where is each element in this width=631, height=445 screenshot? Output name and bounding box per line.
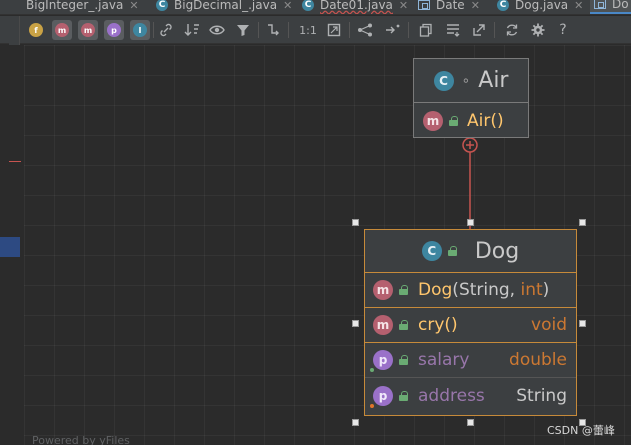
- uml-class-air[interactable]: C ∘ Air m Air(): [413, 58, 529, 138]
- constructor-params: String,: [458, 280, 521, 300]
- class-header: C Dog: [365, 230, 576, 273]
- field-row[interactable]: p salary double: [365, 343, 576, 378]
- resize-handle[interactable]: [467, 219, 474, 226]
- public-lock-icon: [399, 285, 408, 295]
- resize-handle[interactable]: [579, 219, 586, 226]
- class-name: Dog: [474, 238, 520, 264]
- method-icon: m: [373, 315, 393, 335]
- uml-diagram-window: BigInteger_.java ✕ C BigDecimal_.java ✕ …: [0, 0, 631, 445]
- property-icon: p: [370, 385, 393, 408]
- field-name: salary: [418, 350, 470, 370]
- field-setter-marker-icon: [370, 403, 374, 408]
- class-icon: C: [433, 70, 454, 91]
- powered-by-label: Powered by yFiles: [32, 434, 130, 445]
- constructor-name: Dog: [418, 280, 453, 300]
- constructor-param-int: int: [520, 280, 543, 300]
- resize-handle[interactable]: [467, 419, 474, 426]
- resize-handle[interactable]: [352, 419, 359, 426]
- method-row[interactable]: m Air(): [414, 103, 528, 138]
- watermark: CSDN @蕾峰: [547, 424, 615, 437]
- field-getter-marker-icon: [370, 368, 374, 372]
- method-name: Air(): [467, 110, 504, 131]
- class-name: Air: [478, 68, 509, 93]
- field-name: address: [418, 385, 485, 406]
- field-row[interactable]: p address String: [365, 378, 576, 413]
- method-row[interactable]: m cry() void: [365, 308, 576, 343]
- property-icon: p: [370, 350, 393, 372]
- static-marker-icon: ∘: [461, 72, 471, 89]
- resize-handle[interactable]: [352, 320, 359, 327]
- field-type: String: [516, 385, 567, 406]
- class-header: C ∘ Air: [414, 59, 528, 103]
- public-lock-icon: [447, 246, 457, 256]
- uml-class-dog[interactable]: C Dog m Dog(String, int) m cry() void p …: [364, 229, 577, 416]
- class-icon: C: [421, 241, 442, 261]
- public-lock-icon: [449, 115, 458, 126]
- method-name: cry(): [418, 315, 458, 335]
- method-icon: m: [373, 280, 393, 300]
- public-lock-icon: [399, 390, 408, 401]
- public-lock-icon: [399, 320, 408, 330]
- resize-handle[interactable]: [352, 219, 359, 226]
- method-return-type: void: [531, 315, 567, 335]
- constructor-signature: Dog(String, int): [418, 280, 550, 300]
- public-lock-icon: [399, 355, 408, 365]
- field-type: double: [509, 350, 567, 370]
- constructor-row[interactable]: m Dog(String, int): [365, 273, 576, 308]
- resize-handle[interactable]: [579, 320, 586, 327]
- method-icon: m: [423, 110, 443, 131]
